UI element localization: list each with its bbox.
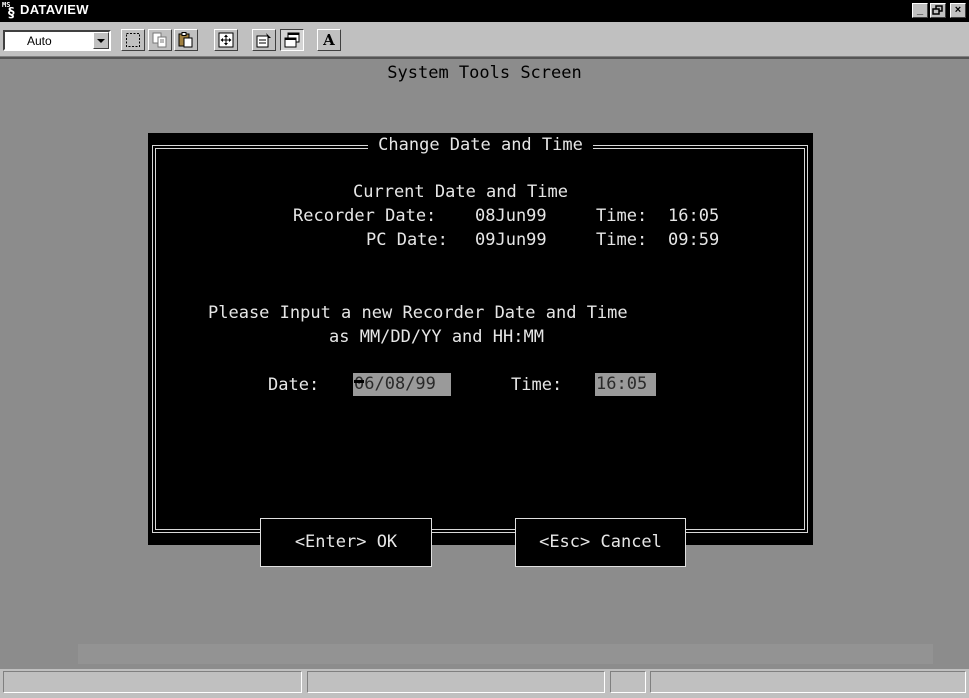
change-date-time-dialog: Change Date and Time Current Date and Ti… (148, 133, 813, 567)
recorder-time-value: 16:05 (668, 206, 720, 226)
close-button[interactable]: × (950, 3, 966, 18)
properties-button[interactable] (252, 29, 276, 51)
window-button[interactable] (280, 29, 304, 51)
full-screen-button[interactable] (214, 29, 238, 51)
toolbar: Auto A (0, 22, 969, 57)
paste-button[interactable] (174, 29, 198, 51)
status-panel-4 (650, 671, 966, 693)
status-bar (0, 669, 969, 698)
dialog-title: Change Date and Time (368, 135, 593, 155)
font-icon: A (323, 31, 335, 49)
pc-time-label: Time: (596, 230, 648, 250)
minimize-button[interactable]: _ (912, 3, 928, 18)
restore-button[interactable] (930, 3, 946, 18)
bottom-strip (78, 644, 933, 664)
pc-time-value: 09:59 (668, 230, 720, 250)
app-icon-glyph: § (8, 6, 15, 21)
copy-icon (152, 32, 167, 48)
title-bar[interactable]: MS § DATAVIEW _ × (0, 0, 969, 22)
font-button[interactable]: A (317, 29, 341, 51)
recorder-time-label: Time: (596, 206, 648, 226)
status-panel-2 (307, 671, 605, 693)
pc-date-value: 09Jun99 (475, 230, 547, 250)
minimize-icon: _ (916, 4, 924, 16)
prompt-line-1: Please Input a new Recorder Date and Tim… (208, 303, 628, 323)
zoom-combo[interactable]: Auto (3, 30, 111, 51)
ok-button[interactable]: <Enter> OK (260, 518, 432, 567)
restore-icon (932, 5, 943, 15)
screen-title: System Tools Screen (387, 63, 582, 83)
date-label: Date: (268, 375, 320, 395)
select-button[interactable] (121, 29, 145, 51)
current-heading: Current Date and Time (353, 182, 568, 202)
zoom-combo-value: Auto (27, 34, 52, 48)
close-icon: × (954, 4, 962, 16)
time-input[interactable]: 16:05 (595, 373, 656, 396)
prompt-line-2: as MM/DD/YY and HH:MM (329, 327, 544, 347)
dialog-title-bar: Change Date and Time (148, 135, 813, 155)
window-icon (284, 32, 300, 48)
copy-button[interactable] (148, 29, 172, 51)
paste-icon (178, 32, 193, 48)
date-input[interactable]: 06/08/99 (353, 373, 451, 396)
cancel-button[interactable]: <Esc> Cancel (515, 518, 686, 567)
window-title: DATAVIEW (20, 2, 89, 17)
recorder-date-label: Recorder Date: (293, 206, 437, 226)
work-area: System Tools Screen Change Date and Time… (0, 57, 969, 669)
time-label: Time: (511, 375, 563, 395)
recorder-date-value: 08Jun99 (475, 206, 547, 226)
app-icon[interactable]: MS § (2, 1, 20, 20)
full-screen-icon (218, 32, 234, 48)
chevron-down-icon[interactable] (93, 32, 109, 49)
status-panel-1 (3, 671, 302, 693)
text-cursor (354, 380, 364, 383)
properties-icon (256, 33, 271, 48)
pc-date-label: PC Date: (366, 230, 448, 250)
select-icon (126, 33, 140, 47)
status-panel-3 (610, 671, 646, 693)
